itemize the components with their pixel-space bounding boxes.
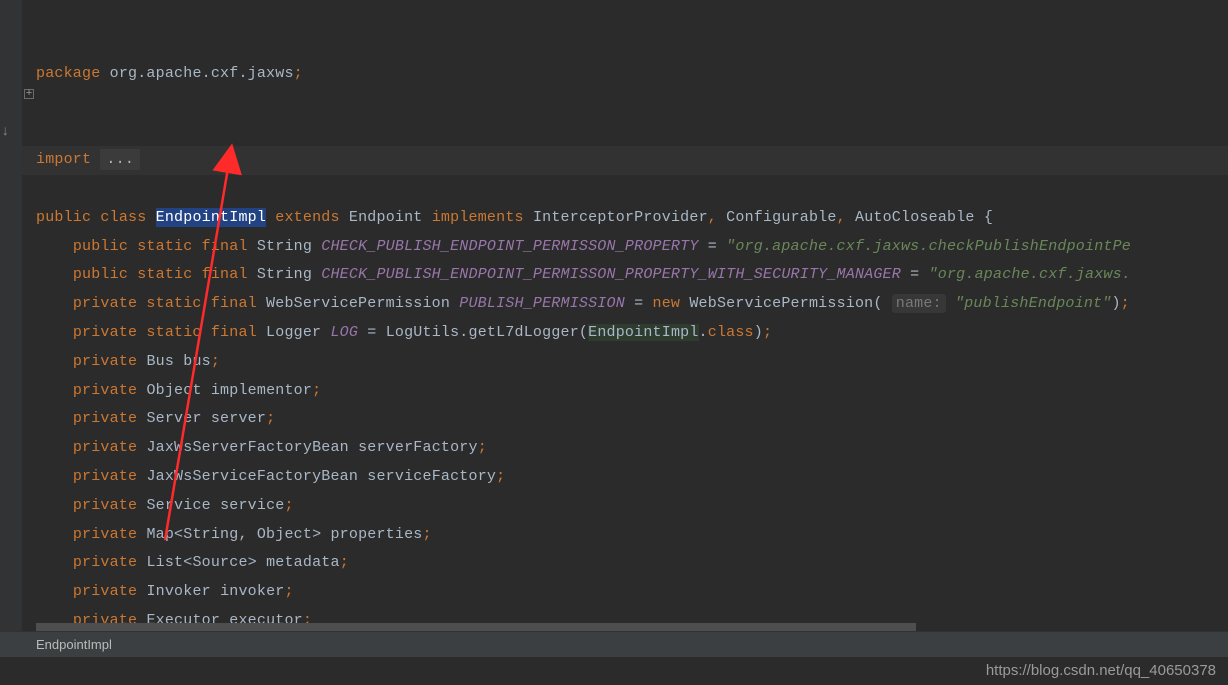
modifiers: public static final xyxy=(73,238,248,255)
modifiers: private xyxy=(73,583,137,600)
field-name: serviceFactory xyxy=(367,468,496,485)
breadcrumb[interactable]: EndpointImpl xyxy=(0,631,1228,657)
code-content[interactable]: package org.apache.cxf.jaxws; import ...… xyxy=(36,31,1131,640)
constructor: WebServicePermission xyxy=(689,295,873,312)
modifiers: private xyxy=(73,526,137,543)
field-name: implementor xyxy=(211,382,312,399)
gutter-arrow-icon: ↓ xyxy=(1,124,9,140)
class-reference: EndpointImpl xyxy=(588,324,698,341)
modifiers: private xyxy=(73,439,137,456)
field-name: LOG xyxy=(330,324,358,341)
param-hint: name: xyxy=(892,294,946,313)
field-name: serverFactory xyxy=(358,439,478,456)
type: JaxWsServerFactoryBean xyxy=(146,439,348,456)
editor-area[interactable]: + ↓ package org.apache.cxf.jaxws; import… xyxy=(0,0,1228,640)
type: List<Source> xyxy=(146,554,256,571)
modifiers: private xyxy=(73,353,137,370)
modifiers: private static final xyxy=(73,295,257,312)
type: Map<String, Object> xyxy=(146,526,321,543)
keyword-import: import xyxy=(36,151,91,168)
modifiers: private xyxy=(73,554,137,571)
keyword-extends: extends xyxy=(275,209,339,226)
fold-expand-icon[interactable]: + xyxy=(24,89,34,99)
field-name: CHECK_PUBLISH_ENDPOINT_PERMISSON_PROPERT… xyxy=(321,238,698,255)
field-name: server xyxy=(211,410,266,427)
type: String xyxy=(257,266,312,283)
type: Object xyxy=(146,382,201,399)
modifiers: private xyxy=(73,468,137,485)
type: Bus xyxy=(146,353,174,370)
type: Service xyxy=(146,497,210,514)
keyword-new: new xyxy=(653,295,681,312)
modifiers: private static final xyxy=(73,324,257,341)
string-literal: "publishEndpoint" xyxy=(955,295,1111,312)
type: WebServicePermission xyxy=(266,295,450,312)
keyword-class: class xyxy=(100,209,146,226)
superclass: Endpoint xyxy=(349,209,423,226)
class-name-selected[interactable]: EndpointImpl xyxy=(156,208,266,227)
field-name: PUBLISH_PERMISSION xyxy=(459,295,625,312)
modifiers: public static final xyxy=(73,266,248,283)
keyword-implements: implements xyxy=(432,209,524,226)
type: Invoker xyxy=(146,583,210,600)
string-literal: "org.apache.cxf.jaxws. xyxy=(929,266,1131,283)
field-name: properties xyxy=(330,526,422,543)
breadcrumb-item[interactable]: EndpointImpl xyxy=(36,637,112,652)
keyword-package: package xyxy=(36,65,100,82)
interface-2: Configurable xyxy=(726,209,836,226)
keyword-public: public xyxy=(36,209,91,226)
interface-3: AutoCloseable xyxy=(855,209,975,226)
type: Server xyxy=(146,410,201,427)
type: JaxWsServiceFactoryBean xyxy=(146,468,358,485)
import-folded[interactable]: ... xyxy=(100,149,140,170)
field-name: CHECK_PUBLISH_ENDPOINT_PERMISSON_PROPERT… xyxy=(321,266,901,283)
field-name: metadata xyxy=(266,554,340,571)
method-call: LogUtils.getL7dLogger xyxy=(386,324,579,341)
field-name: invoker xyxy=(220,583,284,600)
modifiers: private xyxy=(73,410,137,427)
gutter xyxy=(0,0,22,640)
type: String xyxy=(257,238,312,255)
modifiers: private xyxy=(73,382,137,399)
keyword-class-literal: class xyxy=(708,324,754,341)
string-literal: "org.apache.cxf.jaxws.checkPublishEndpoi… xyxy=(726,238,1131,255)
watermark: https://blog.csdn.net/qq_40650378 xyxy=(986,662,1216,679)
type: Logger xyxy=(266,324,321,341)
modifiers: private xyxy=(73,497,137,514)
package-name: org.apache.cxf.jaxws xyxy=(110,65,294,82)
field-name: service xyxy=(220,497,284,514)
interface-1: InterceptorProvider xyxy=(533,209,708,226)
field-name: bus xyxy=(183,353,211,370)
